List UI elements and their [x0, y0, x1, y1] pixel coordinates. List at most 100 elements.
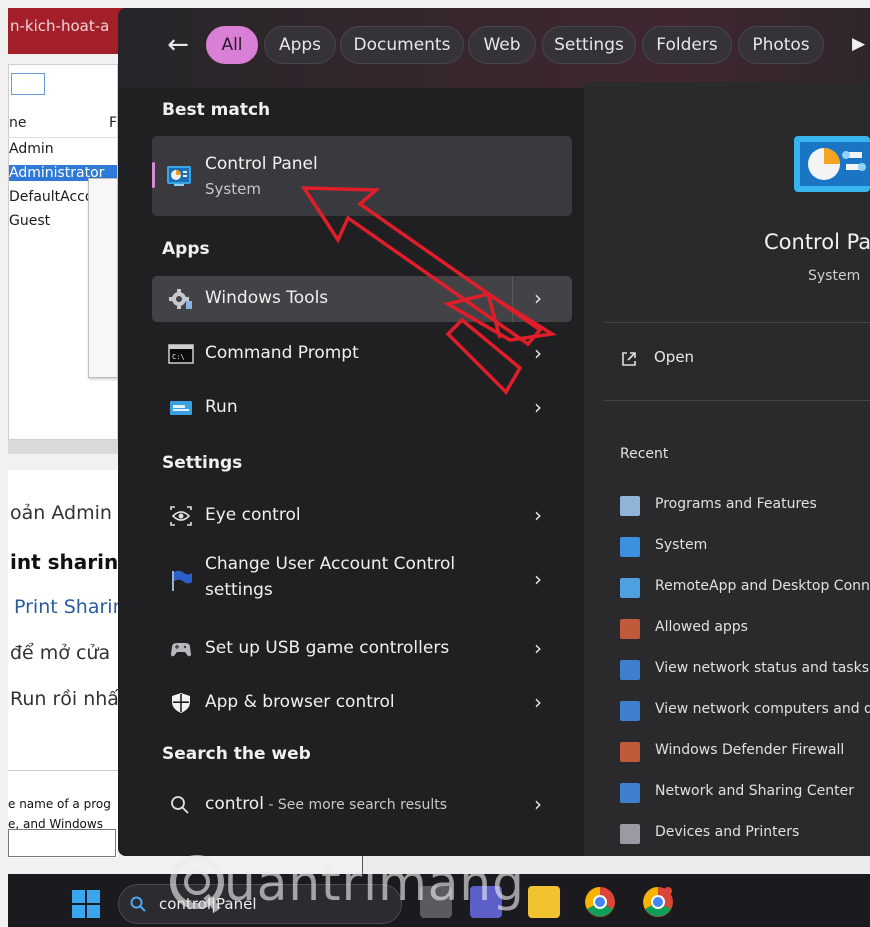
recent-item[interactable]: Programs and Features [620, 492, 870, 522]
article-line: Run rồi nhấn [10, 688, 118, 710]
recent-item[interactable]: Network and Sharing Center [620, 779, 870, 809]
tab-documents[interactable]: Documents [340, 26, 464, 64]
web-hint: - See more search results [263, 797, 448, 813]
section-search-web: Search the web [162, 744, 311, 764]
recent-item[interactable]: Allowed apps [620, 615, 870, 645]
section-apps: Apps [162, 239, 210, 259]
list-header-full: F [109, 115, 118, 131]
shield-icon [172, 693, 190, 713]
context-popup [88, 178, 118, 378]
browser-tab[interactable]: n-kich-hoat-a [8, 8, 128, 54]
tab-all[interactable]: All [206, 26, 258, 64]
recent-label: Network and Sharing Center [655, 783, 855, 799]
horizontal-scrollbar[interactable] [8, 440, 118, 454]
recent-item[interactable]: RemoteApp and Desktop Conn [620, 574, 870, 604]
open-action[interactable]: Open [654, 348, 694, 366]
setting-label: App & browser control [205, 692, 395, 712]
windows-start-icon[interactable] [72, 890, 100, 918]
flag-icon [172, 570, 192, 591]
article-line: để mở cửa [10, 642, 111, 664]
svg-text:C:\: C:\ [172, 353, 185, 361]
setting-usb-controllers[interactable]: Set up USB game controllers › [152, 626, 572, 672]
watermark-logo-icon [170, 855, 224, 913]
setting-label: Set up USB game controllers [205, 638, 450, 658]
chevron-right-icon[interactable]: › [534, 793, 554, 817]
recent-item[interactable]: Windows Defender Firewall [620, 738, 870, 768]
back-button[interactable]: ← [162, 30, 194, 62]
search-icon [130, 896, 146, 912]
list-filter-input[interactable] [11, 73, 45, 95]
annotation-arrow [300, 186, 557, 395]
eye-icon [170, 506, 192, 526]
article-line: oản Admin r [10, 502, 118, 524]
web-query-line: control - See more search results [205, 794, 447, 814]
firewall-icon [620, 742, 640, 762]
recent-label: System [655, 537, 708, 553]
system-icon [620, 537, 640, 557]
programs-icon [620, 496, 640, 516]
tab-apps[interactable]: Apps [264, 26, 336, 64]
recent-label: View network status and tasks [655, 660, 869, 676]
list-divider [9, 137, 117, 138]
search-icon [171, 796, 189, 814]
chevron-right-icon[interactable]: › [534, 504, 554, 528]
chrome-canary-icon[interactable] [642, 886, 674, 918]
tab-web[interactable]: Web [468, 26, 536, 64]
network-icon [620, 660, 640, 680]
article-heading: int sharin [10, 550, 118, 574]
run-icon [170, 401, 192, 415]
best-match-sub: System [205, 180, 261, 198]
tab-settings[interactable]: Settings [542, 26, 636, 64]
setting-eye-control[interactable]: Eye control › [152, 491, 572, 541]
gear-icon [169, 289, 192, 309]
recent-item[interactable]: View network status and tasks [620, 656, 870, 686]
list-header-name: ne [9, 115, 27, 131]
screenshot-root: n-kich-hoat-a ne F Admin Administrator D… [0, 0, 870, 927]
section-best-match: Best match [162, 100, 271, 120]
preview-divider [604, 322, 870, 323]
list-item[interactable]: DefaultAcco [9, 189, 93, 205]
tab-folders[interactable]: Folders [642, 26, 732, 64]
recent-label: Windows Defender Firewall [655, 742, 845, 758]
chevron-right-icon[interactable]: › [534, 691, 554, 715]
dialog-input[interactable] [8, 829, 116, 857]
chevron-right-icon[interactable]: › [534, 637, 554, 661]
run-dialog: e name of a prog e, and Windows [8, 770, 118, 858]
recent-item[interactable]: System [620, 533, 870, 563]
printer-icon [620, 824, 640, 844]
remote-app-icon [620, 578, 640, 598]
dialog-text: e name of a prog [8, 797, 111, 811]
recent-label: Allowed apps [655, 619, 748, 635]
preview-title: Control Pa [764, 230, 870, 254]
recent-label: View network computers and d [655, 701, 870, 717]
recent-label: Programs and Features [655, 496, 817, 512]
start-search-menu: ← All Apps Documents Web Settings Folder… [118, 8, 870, 856]
web-query: control [205, 794, 264, 814]
web-search-result[interactable]: control - See more search results › [152, 782, 572, 828]
list-item[interactable]: Guest [9, 213, 50, 229]
setting-uac[interactable]: Change User Account Control settings › [152, 548, 572, 612]
setting-label: Eye control [205, 505, 301, 525]
section-settings: Settings [162, 453, 243, 473]
chrome-icon[interactable] [584, 886, 616, 918]
list-item[interactable]: Admin [9, 141, 54, 157]
gamepad-icon [171, 643, 191, 657]
chevron-right-icon[interactable]: › [534, 568, 554, 592]
file-explorer-icon[interactable] [528, 886, 560, 918]
watermark: uantrimang [168, 848, 524, 924]
list-header: ne F [9, 115, 117, 131]
setting-app-browser-control[interactable]: App & browser control › [152, 680, 572, 726]
tab-photos[interactable]: Photos [738, 26, 824, 64]
terminal-icon: C:\ [168, 344, 194, 364]
preview-sub: System [808, 268, 861, 284]
search-filter-bar: ← All Apps Documents Web Settings Folder… [118, 8, 870, 82]
setting-label-line2: settings [205, 580, 273, 600]
network-icon [620, 783, 640, 803]
setting-label: Change User Account Control [205, 554, 456, 574]
recent-item[interactable]: Devices and Printers [620, 820, 870, 850]
preview-divider [604, 400, 870, 401]
open-icon [622, 352, 636, 366]
recent-label: Devices and Printers [655, 824, 800, 840]
more-tabs-icon[interactable]: ▶ [852, 34, 865, 54]
recent-item[interactable]: View network computers and d [620, 697, 870, 727]
